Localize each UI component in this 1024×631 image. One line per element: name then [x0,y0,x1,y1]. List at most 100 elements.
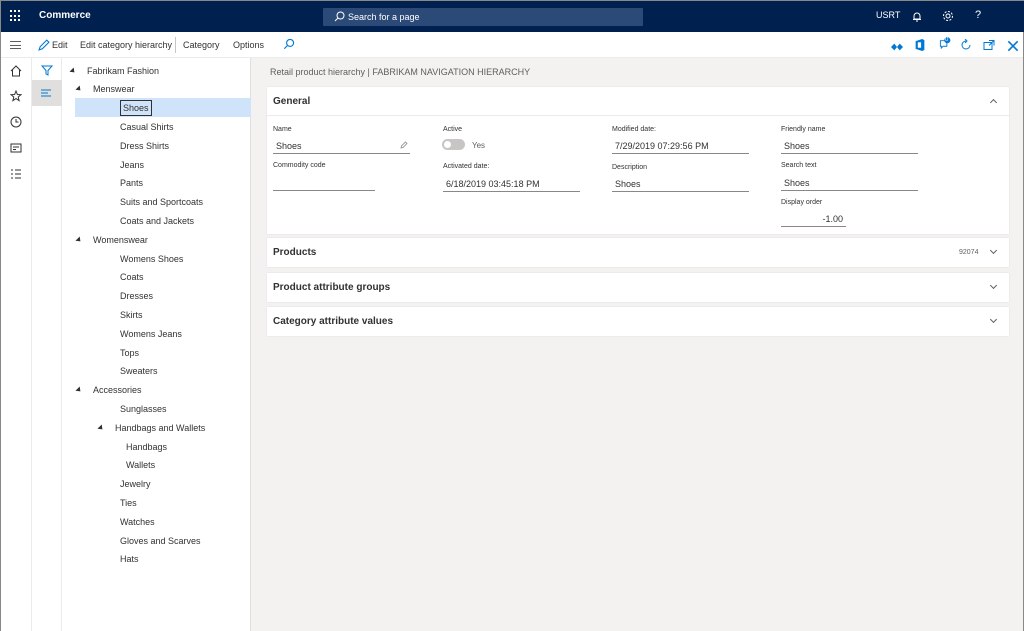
tree-item-label: Dresses [120,291,154,302]
tree-item-label: Sunglasses [120,403,167,414]
expand-triangle-icon[interactable] [75,386,83,394]
notification-bell-icon[interactable] [912,11,922,22]
power-apps-diamond-icon[interactable] [891,41,903,53]
category-attribute-values-fasttab[interactable]: Category attribute values [267,307,1009,336]
tree-item[interactable]: Pants [120,174,143,193]
search-text-field[interactable]: Shoes [781,175,918,191]
tree-item-label: Dress Shirts [120,140,170,151]
modified-date-field[interactable]: 7/29/2019 07:29:56 PM [612,138,749,154]
product-attribute-groups-title: Product attribute groups [273,282,391,293]
tree-item-label: Coats and Jackets [120,215,195,226]
collapse-chevron-icon[interactable] [989,98,998,107]
tree-item[interactable]: Dresses [120,287,153,306]
tree-item[interactable]: Watches [120,512,155,531]
expand-chevron-icon[interactable] [989,281,998,290]
tree-item[interactable]: Jeans [120,155,144,174]
workspaces-icon[interactable] [10,142,22,154]
active-label: Active [443,126,463,133]
edit-category-hierarchy-button[interactable]: Edit category hierarchy [80,40,172,50]
tree-item[interactable]: Womens Shoes [120,249,183,268]
active-value: Yes [472,141,486,150]
edit-pencil-icon[interactable] [38,39,50,51]
commodity-code-field[interactable] [273,175,375,191]
products-title: Products [273,247,317,258]
edit-button[interactable]: Edit [52,40,68,50]
open-new-window-icon[interactable] [983,39,995,51]
tree-item[interactable]: Casual Shirts [120,117,174,136]
breadcrumb: Retail product hierarchy | FABRIKAM NAVI… [270,67,531,77]
friendly-name-label: Friendly name [781,126,826,133]
expand-triangle-icon[interactable] [97,424,105,432]
company-picker[interactable]: USRT [876,10,900,20]
tree-item[interactable]: Suits and Sportcoats [120,193,203,212]
search-actions-icon[interactable] [283,38,295,50]
products-count: 92074 [959,249,979,256]
tree-item[interactable]: Accessories [75,381,142,400]
close-icon[interactable] [1007,40,1019,52]
product-attribute-groups-fasttab[interactable]: Product attribute groups [267,273,1009,302]
office-icon[interactable] [914,39,926,51]
search-placeholder: Search for a page [348,12,420,22]
tree-item[interactable]: Wallets [126,456,155,475]
tree-item[interactable]: Sweaters [120,362,158,381]
home-icon[interactable] [10,65,22,77]
activated-date-field[interactable]: 6/18/2019 03:45:18 PM [443,176,580,192]
tree-item[interactable]: Handbags and Wallets [97,418,205,437]
app-title[interactable]: Commerce [39,10,91,21]
tree-item[interactable]: Gloves and Scarves [120,531,201,550]
tree-item-label: Womenswear [93,234,148,245]
favorites-star-icon[interactable] [10,90,22,102]
action-separator [175,37,176,53]
description-label: Description [612,164,648,171]
friendly-name-field[interactable]: Shoes [781,138,918,154]
category-menu[interactable]: Category [183,40,220,50]
tree-item[interactable]: Coats and Jackets [120,211,194,230]
tree-item[interactable]: Hats [120,550,139,569]
tree-item-label: Womens Shoes [120,253,184,264]
tree-item[interactable]: Menswear [75,80,135,99]
name-value: Shoes [276,141,302,151]
tree-item[interactable]: Coats [120,268,144,287]
tree-item[interactable]: Dress Shirts [120,136,169,155]
expand-triangle-icon[interactable] [69,66,77,75]
products-fasttab[interactable]: Products 92074 [267,238,1009,267]
options-menu[interactable]: Options [233,40,264,50]
help-icon[interactable]: ? [975,9,981,21]
name-field[interactable]: Shoes [273,138,410,154]
expand-triangle-icon[interactable] [75,85,83,93]
activated-date-value: 6/18/2019 03:45:18 PM [446,179,540,189]
active-toggle[interactable] [442,139,465,150]
tree-item[interactable]: Tops [120,343,139,362]
expand-chevron-icon[interactable] [989,246,998,255]
hamburger-menu-icon[interactable] [10,41,21,49]
field-edit-pencil-icon[interactable] [400,141,408,149]
tree-item[interactable]: Skirts [120,305,143,324]
expand-chevron-icon[interactable] [989,315,998,324]
app-launcher-icon[interactable] [10,10,22,22]
refresh-icon[interactable] [960,39,972,51]
main-content: Retail product hierarchy | FABRIKAM NAVI… [251,58,1023,631]
settings-gear-icon[interactable] [942,10,954,22]
description-field[interactable]: Shoes [612,176,749,192]
tree-item[interactable]: Shoes [120,99,152,118]
tree-item[interactable]: Fabrikam Fashion [69,61,159,80]
name-label: Name [273,126,292,133]
expand-triangle-icon[interactable] [75,236,83,244]
tree-item[interactable]: Womenswear [75,230,148,249]
display-order-field[interactable]: -1.00 [781,211,846,227]
general-header[interactable]: General [267,87,1009,116]
tree-item[interactable]: Womens Jeans [120,324,182,343]
search-text-label: Search text [781,162,817,169]
tree-item[interactable]: Jewelry [120,475,151,494]
commodity-code-label: Commodity code [273,162,326,169]
recent-clock-icon[interactable] [10,116,22,128]
tree-item-label: Accessories [93,385,142,396]
tree-item[interactable]: Handbags [126,437,167,456]
modules-list-icon[interactable] [10,168,22,180]
general-title: General [273,96,311,107]
filter-funnel-icon[interactable] [41,65,53,76]
tree-item[interactable]: Ties [120,493,137,512]
tree-item[interactable]: Sunglasses [120,399,167,418]
search-box[interactable]: Search for a page [323,8,643,26]
list-view-tab[interactable] [32,80,62,106]
